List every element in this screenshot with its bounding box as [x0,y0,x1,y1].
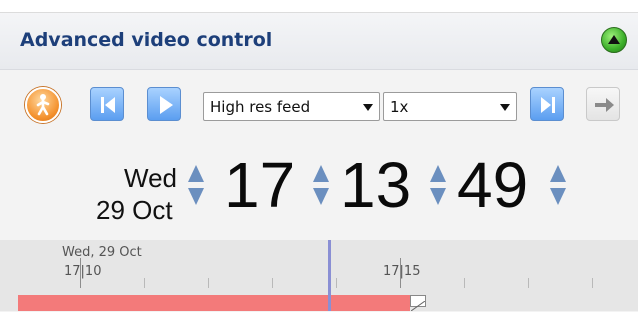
timeline-minor-tick [528,278,529,288]
seconds-up-arrow-icon[interactable] [550,165,566,182]
seconds-value[interactable]: 49 [457,153,528,217]
timeline-tick-label: 17|15 [383,264,421,279]
hours-spinner[interactable] [313,165,329,205]
skip-to-start-button[interactable] [90,87,124,121]
hours-value[interactable]: 17 [224,153,295,217]
collapse-button[interactable] [601,27,627,53]
date-down-arrow-icon[interactable] [188,188,204,205]
go-to-live-button[interactable] [586,87,620,121]
timeline-minor-tick [208,278,209,288]
minutes-spinner[interactable] [430,165,446,205]
timeline-tick-label: 17|10 [64,264,102,279]
playback-toolbar: High res feed 1x [0,83,638,129]
timeline-minor-tick [336,278,337,288]
date-up-arrow-icon[interactable] [188,165,204,182]
datetime-display: Wed 29 Oct 17 13 49 [0,139,638,249]
skip-to-end-button[interactable] [530,87,564,121]
feed-select[interactable]: High res feed [203,92,380,121]
speed-select[interactable]: 1x [383,92,517,121]
seconds-spinner[interactable] [550,165,566,205]
seconds-down-arrow-icon[interactable] [550,188,566,205]
playback-cursor[interactable] [328,240,331,311]
panel-title: Advanced video control [20,29,273,51]
timeline-major-tick [400,258,401,288]
dropdown-arrow-icon [500,104,510,111]
timeline-minor-tick [272,278,273,288]
timeline-major-tick [80,258,81,288]
timeline-minor-tick [464,278,465,288]
recording-segment[interactable] [18,295,410,311]
minutes-down-arrow-icon[interactable] [430,188,446,205]
skip-forward-icon [541,97,555,113]
dropdown-arrow-icon [363,104,373,111]
chevron-up-icon [608,35,620,44]
panel-header: Advanced video control [0,13,638,70]
hours-up-arrow-icon[interactable] [313,165,329,182]
date-label: 29 Oct [96,195,173,225]
skip-back-icon [101,97,115,113]
hours-down-arrow-icon[interactable] [313,188,329,205]
timeline-minor-tick [144,278,145,288]
hatch-icon [410,300,426,312]
minutes-value[interactable]: 13 [340,153,411,217]
timeline-date-label: Wed, 29 Oct [62,245,142,260]
play-icon [160,96,173,114]
day-of-week: Wed [124,163,177,193]
segment-end-marker [410,295,426,312]
minutes-up-arrow-icon[interactable] [430,165,446,182]
date-spinner[interactable] [188,165,204,205]
timeline-minor-tick [592,278,593,288]
arrow-right-icon [595,98,614,112]
play-button[interactable] [147,87,181,121]
live-mode-button[interactable] [25,87,61,123]
speed-select-value: 1x [390,98,409,116]
walking-person-icon [36,94,50,116]
feed-select-value: High res feed [210,98,311,116]
